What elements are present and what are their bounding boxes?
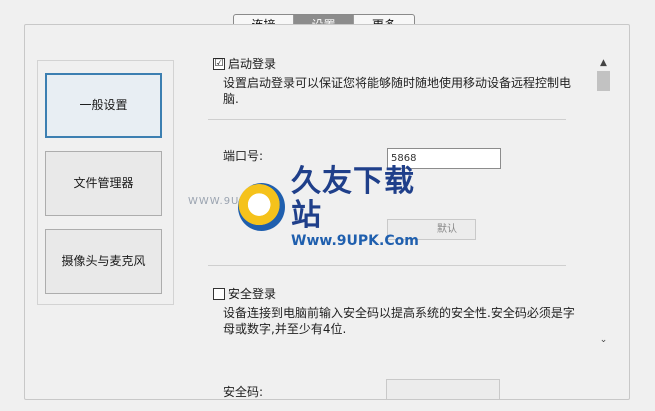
divider — [208, 119, 566, 120]
secure-login-description: 设备连接到电脑前输入安全码以提高系统的安全性.安全码必须是字母或数字,并至少有4… — [223, 306, 575, 336]
scroll-down-icon[interactable]: ⌄ — [598, 335, 609, 346]
secure-login-checkbox[interactable] — [213, 287, 225, 300]
nav-general-settings[interactable]: 一般设置 — [45, 73, 162, 138]
watermark: 久友下载站 Www.9UPK.Com — [238, 164, 443, 249]
nav-file-manager[interactable]: 文件管理器 — [45, 151, 162, 216]
autologin-row[interactable]: ☑ 启动登录 — [213, 55, 276, 72]
autologin-label[interactable]: 启动登录 — [228, 55, 276, 72]
nav-camera-microphone[interactable]: 摄像头与麦克风 — [45, 229, 162, 294]
scroll-up-icon[interactable]: ▲ — [598, 58, 609, 69]
divider — [208, 265, 566, 266]
autologin-checkbox[interactable]: ☑ — [213, 57, 225, 70]
watermark-url: Www.9UPK.Com — [291, 233, 419, 249]
content-scrollbar[interactable]: ▲ ⌄ — [595, 55, 612, 351]
security-code-input[interactable] — [386, 379, 500, 399]
9upk-logo-icon — [238, 183, 286, 231]
secure-login-row[interactable]: 安全登录 — [213, 285, 276, 302]
settings-window: 连接 设置 更多 一般设置 文件管理器 摄像头与麦克风 ☑ 启动登录 设置启动登… — [0, 0, 655, 411]
scroll-thumb[interactable] — [597, 71, 610, 91]
watermark-title: 久友下载站 — [291, 164, 416, 233]
autologin-description: 设置启动登录可以保证您将能够随时随地使用移动设备远程控制电脑. — [223, 76, 572, 106]
port-label: 端口号: — [223, 149, 264, 163]
secure-login-label[interactable]: 安全登录 — [228, 285, 276, 302]
security-code-label: 安全码: — [223, 385, 264, 399]
